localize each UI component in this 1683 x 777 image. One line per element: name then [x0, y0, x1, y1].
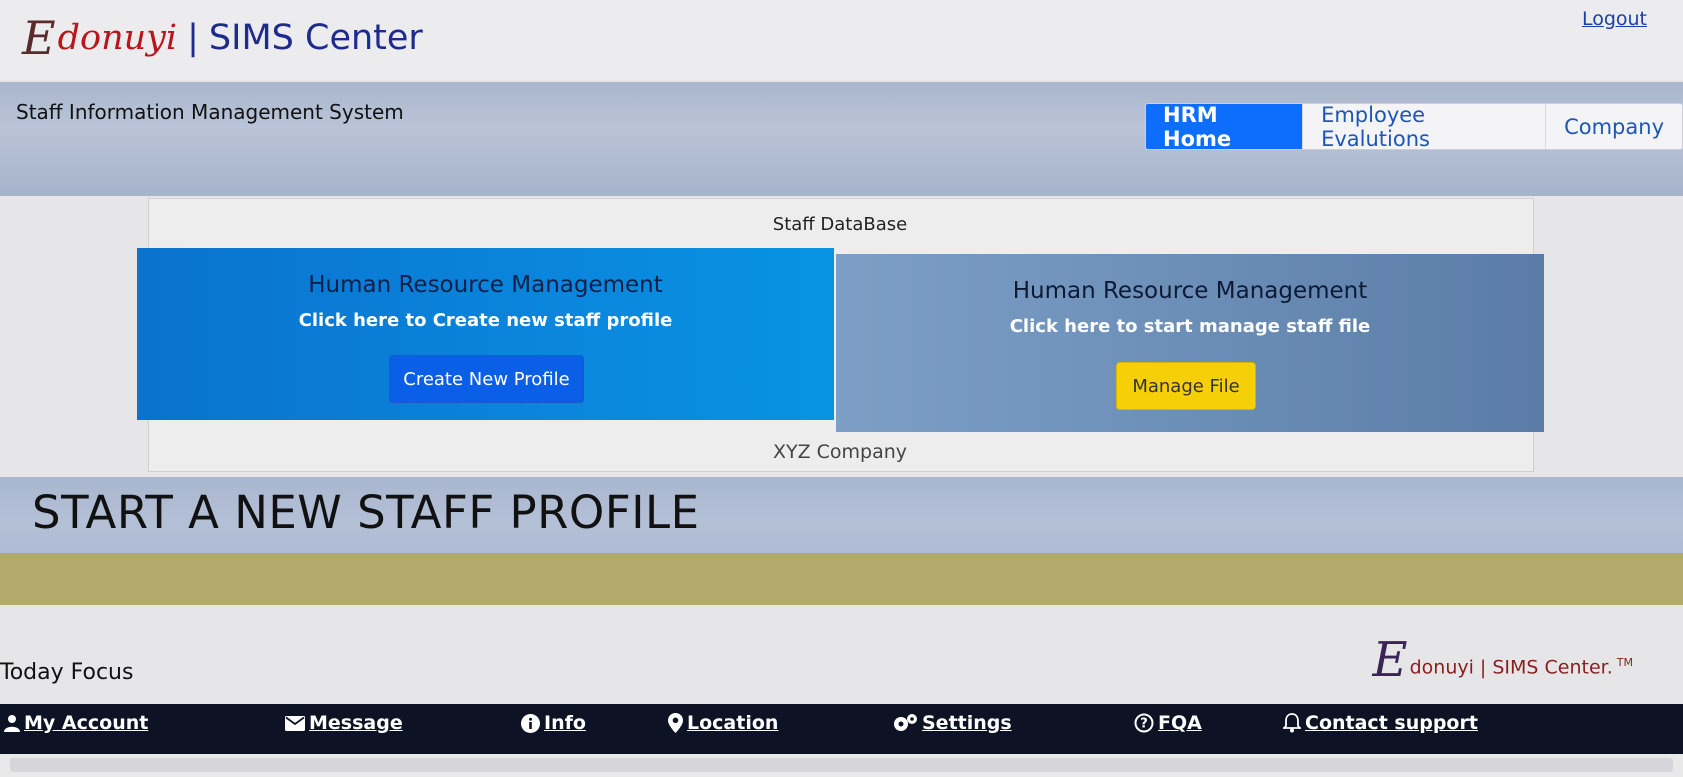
brand-product: SIMS Center [208, 18, 423, 58]
map-pin-icon [668, 713, 683, 733]
info-icon [521, 713, 540, 733]
footer-link-message[interactable]: Message [285, 712, 403, 734]
panel-title: Human Resource Management [1012, 278, 1368, 304]
brand-logo: E donuyi | SIMS Center [22, 8, 423, 68]
horizontal-scrollbar[interactable] [10, 758, 1673, 772]
system-title: Staff Information Management System [16, 100, 404, 124]
gears-icon [892, 713, 918, 733]
tab-hrm-home[interactable]: HRM Home [1146, 104, 1303, 149]
nav-tabs: HRM Home Employee Evalutions Company [1145, 103, 1683, 150]
card-footer: XYZ Company [772, 441, 908, 463]
create-new-profile-button[interactable]: Create New Profile [389, 355, 584, 403]
question-circle-icon: ? [1134, 713, 1154, 733]
brand-script-letter: E [22, 11, 56, 65]
footer-brand-name: donuyi | SIMS Center. [1409, 656, 1613, 678]
tab-employee-evaluations[interactable]: Employee Evalutions [1302, 104, 1546, 149]
bell-icon [1283, 713, 1301, 733]
footer-link-label: Settings [922, 712, 1012, 734]
panel-subtitle: Click here to Create new staff profile [298, 310, 673, 331]
footer-link-label: Contact support [1305, 712, 1478, 734]
footer-link-location[interactable]: Location [668, 712, 778, 734]
manage-file-panel: Human Resource Management Click here to … [836, 254, 1544, 432]
footer-link-contact-support[interactable]: Contact support [1283, 712, 1478, 734]
footer-link-label: Info [544, 712, 586, 734]
page-headline: START A NEW STAFF PROFILE [32, 486, 700, 539]
footer-link-label: Message [309, 712, 403, 734]
footer-link-my-account[interactable]: My Account [4, 712, 148, 734]
olive-band [0, 553, 1683, 605]
footer-brand-script-letter: E [1372, 632, 1408, 688]
tab-company[interactable]: Company [1545, 104, 1682, 149]
panel-title: Human Resource Management [308, 272, 663, 298]
today-focus-label: Today Focus [0, 660, 134, 685]
envelope-icon [285, 715, 305, 731]
footer-brand-text: donuyi | SIMS Center. TM [1410, 656, 1633, 678]
card-header: Staff DataBase [772, 214, 908, 235]
footer-link-label: Location [687, 712, 779, 734]
logout-link[interactable]: Logout [1582, 8, 1647, 30]
footer-link-info[interactable]: Info [521, 712, 586, 734]
svg-text:?: ? [1140, 717, 1148, 732]
footer-link-label: My Account [24, 712, 149, 734]
footer-brand-logo: E donuyi | SIMS Center. TM [1373, 636, 1633, 684]
brand-separator: | [187, 18, 199, 58]
footer-link-settings[interactable]: Settings [892, 712, 1012, 734]
brand-name: donuyi [57, 18, 178, 58]
trademark: TM [1616, 655, 1633, 669]
manage-file-button[interactable]: Manage File [1116, 362, 1256, 410]
panel-subtitle: Click here to start manage staff file [1009, 316, 1371, 337]
user-icon [4, 714, 20, 732]
footer-link-fqa[interactable]: ? FQA [1134, 712, 1202, 734]
create-profile-panel: Human Resource Management Click here to … [137, 248, 834, 420]
footer-nav: My Account Message Info Location Setting… [0, 704, 1683, 754]
footer-link-label: FQA [1158, 712, 1202, 734]
